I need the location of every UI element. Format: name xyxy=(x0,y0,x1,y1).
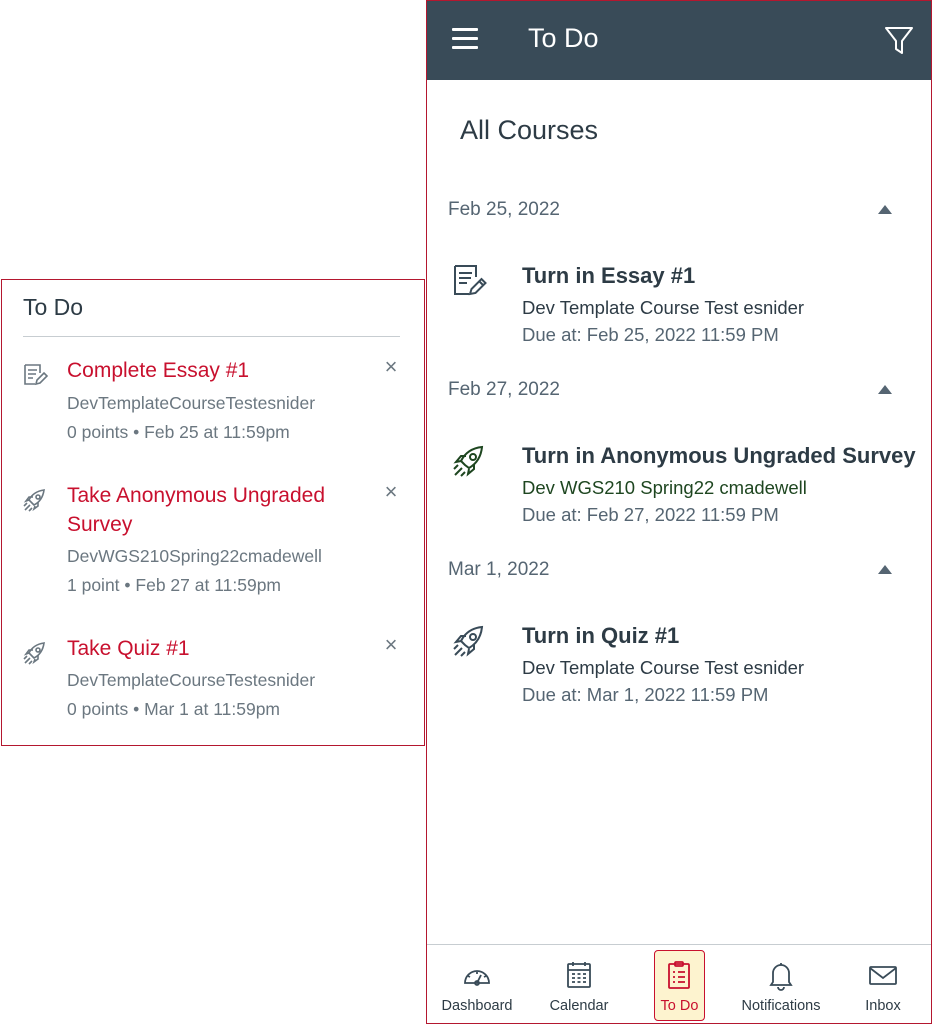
rocket-icon xyxy=(451,623,487,659)
tab-label: Dashboard xyxy=(441,998,513,1014)
todo-item-meta: 0 points • Feb 25 at 11:59pm xyxy=(67,422,290,442)
dismiss-button[interactable]: × xyxy=(380,356,402,378)
tab-label: Calendar xyxy=(549,998,609,1014)
collapse-arrow-icon[interactable] xyxy=(878,205,892,214)
assignment-icon xyxy=(22,362,49,388)
tab-label: To Do xyxy=(660,998,699,1014)
dismiss-button[interactable]: × xyxy=(380,481,402,503)
tab-notifications[interactable]: Notifications xyxy=(731,945,831,1023)
filter-icon[interactable] xyxy=(884,25,914,57)
tab-inbox[interactable]: Inbox xyxy=(847,945,919,1023)
hamburger-icon[interactable] xyxy=(452,28,478,52)
todo-item-title: Turn in Essay #1 xyxy=(522,263,696,288)
todo-item-course: DevTemplateCourseTestesnider xyxy=(67,670,316,690)
todo-sidebar-title: To Do xyxy=(23,294,84,320)
todo-item-meta: 1 point • Feb 27 at 11:59pm xyxy=(67,575,281,595)
dashboard-icon xyxy=(461,959,493,991)
todo-item-title-link[interactable]: Take Anonymous Ungraded Survey xyxy=(67,481,357,539)
date-label: Feb 27, 2022 xyxy=(448,379,560,400)
tab-calendar[interactable]: Calendar xyxy=(533,945,625,1023)
mail-icon xyxy=(867,959,899,991)
todo-item-title: Turn in Quiz #1 xyxy=(522,623,680,648)
todo-item-course: Dev WGS210 Spring22 cmadewell xyxy=(522,477,807,498)
bottom-navigation: Dashboard Calendar To Do Notifications I… xyxy=(427,944,931,1023)
calendar-icon xyxy=(563,959,595,991)
rocket-icon xyxy=(22,640,48,666)
todo-item-course: DevWGS210Spring22cmadewell xyxy=(67,546,322,566)
page-title: To Do xyxy=(528,23,599,53)
todo-item-title-link[interactable]: Take Quiz #1 xyxy=(67,634,357,663)
rocket-icon xyxy=(22,487,48,513)
todo-item-due: Due at: Mar 1, 2022 11:59 PM xyxy=(522,684,769,705)
collapse-arrow-icon[interactable] xyxy=(878,385,892,394)
app-header: To Do xyxy=(427,1,931,80)
tab-label: Inbox xyxy=(865,998,901,1014)
bell-icon xyxy=(765,959,797,991)
date-group-header[interactable]: Feb 25, 2022 xyxy=(427,199,931,229)
date-label: Feb 25, 2022 xyxy=(448,199,560,220)
todo-item-title: Turn in Anonymous Ungraded Survey xyxy=(522,443,916,468)
date-label: Mar 1, 2022 xyxy=(448,559,550,580)
rocket-icon xyxy=(451,443,487,479)
todo-item-due: Due at: Feb 25, 2022 11:59 PM xyxy=(522,324,779,345)
divider xyxy=(23,336,400,337)
todo-item-meta: 0 points • Mar 1 at 11:59pm xyxy=(67,699,280,719)
tab-todo[interactable]: To Do xyxy=(654,945,705,1023)
mobile-app-screen: To Do All Courses Feb 25, 2022 Turn in E… xyxy=(426,0,932,1024)
todo-icon xyxy=(663,959,695,991)
collapse-arrow-icon[interactable] xyxy=(878,565,892,574)
assignment-icon xyxy=(451,263,487,299)
todo-item-course: DevTemplateCourseTestesnider xyxy=(67,393,316,413)
todo-sidebar-panel: To Do Complete Essay #1 DevTemplateCours… xyxy=(1,279,425,746)
todo-item-course: Dev Template Course Test esnider xyxy=(522,657,805,678)
tab-dashboard[interactable]: Dashboard xyxy=(431,945,523,1023)
date-group-header[interactable]: Mar 1, 2022 xyxy=(427,559,931,589)
todo-item-title-link[interactable]: Complete Essay #1 xyxy=(67,356,357,385)
todo-item-due: Due at: Feb 27, 2022 11:59 PM xyxy=(522,504,779,525)
dismiss-button[interactable]: × xyxy=(380,634,402,656)
todo-item-course: Dev Template Course Test esnider xyxy=(522,297,805,318)
date-group-header[interactable]: Feb 27, 2022 xyxy=(427,379,931,409)
course-filter-heading: All Courses xyxy=(460,115,599,145)
tab-label: Notifications xyxy=(741,998,821,1014)
